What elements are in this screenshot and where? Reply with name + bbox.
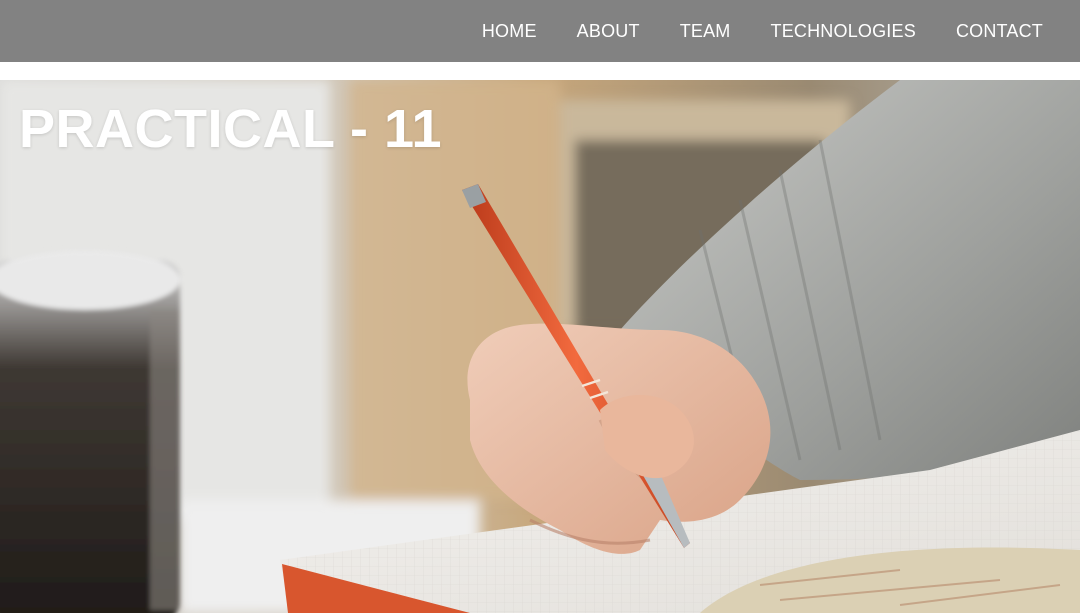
top-navbar: HOME ABOUT TEAM TECHNOLOGIES CONTACT (0, 0, 1080, 62)
hero-banner: PRACTICAL - 11 (0, 80, 1080, 613)
nav-menu: HOME ABOUT TEAM TECHNOLOGIES CONTACT (482, 0, 1043, 62)
nav-link-contact[interactable]: CONTACT (956, 21, 1043, 42)
nav-link-home[interactable]: HOME (482, 21, 537, 42)
page-title: PRACTICAL - 11 (19, 99, 443, 159)
nav-link-team[interactable]: TEAM (680, 21, 731, 42)
nav-link-about[interactable]: ABOUT (577, 21, 640, 42)
nav-link-technologies[interactable]: TECHNOLOGIES (771, 21, 916, 42)
